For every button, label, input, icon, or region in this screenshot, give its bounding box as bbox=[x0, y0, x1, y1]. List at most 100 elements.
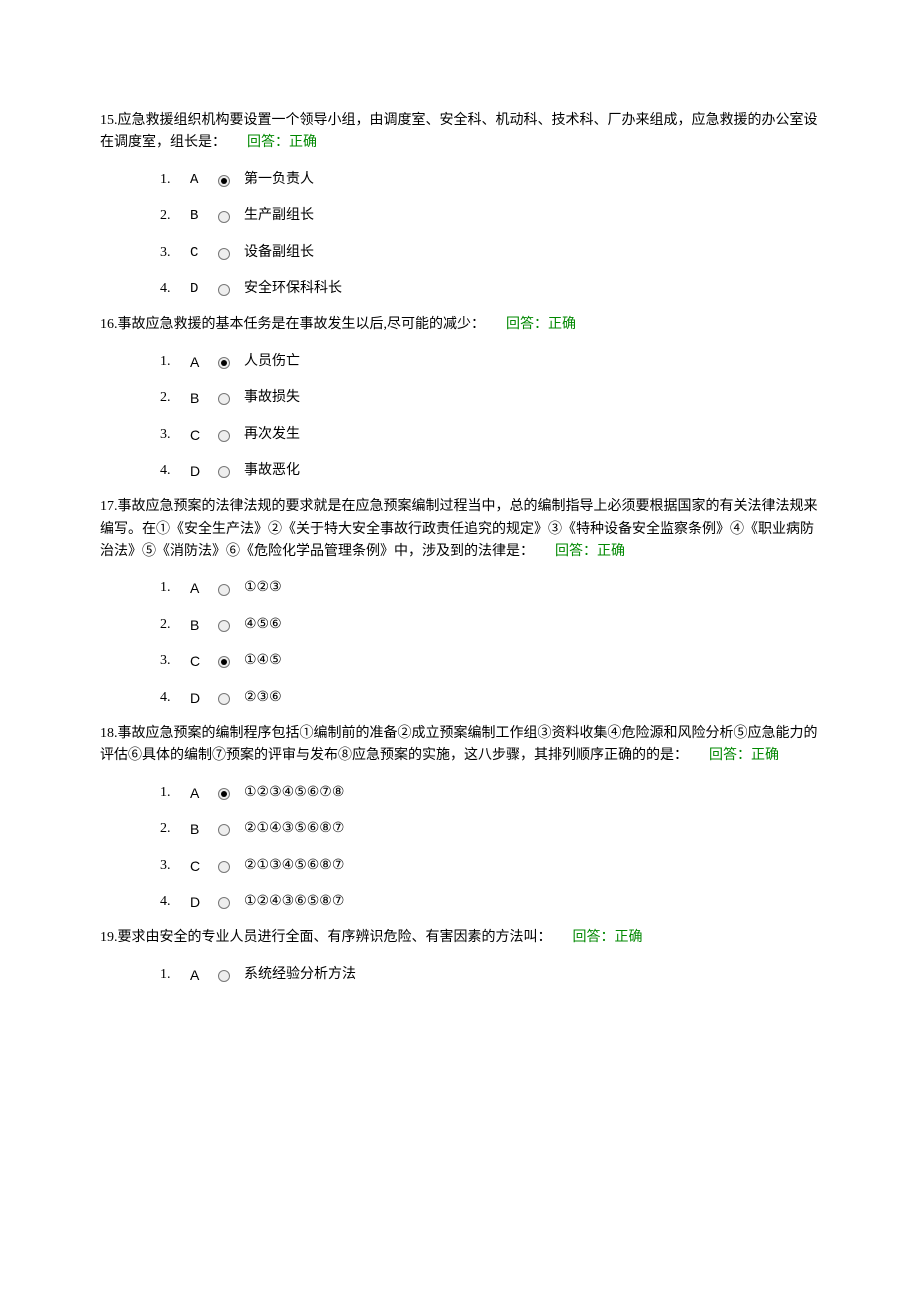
option-radio[interactable] bbox=[218, 693, 230, 705]
option-index: 4. bbox=[160, 891, 190, 913]
option-letter: A bbox=[190, 964, 218, 986]
option-index: 4. bbox=[160, 278, 190, 300]
option-label: ④⑤⑥ bbox=[244, 614, 282, 636]
option-index: 2. bbox=[160, 818, 190, 840]
option-radio[interactable] bbox=[218, 584, 230, 596]
question-text: 17.事故应急预案的法律法规的要求就是在应急预案编制过程当中，总的编制指导上必须… bbox=[100, 496, 820, 563]
option-item: 4.D ①②④③⑥⑤⑧⑦ bbox=[160, 891, 820, 913]
option-radio[interactable] bbox=[218, 466, 230, 478]
option-letter: A bbox=[190, 169, 218, 191]
question-block: 18.事故应急预案的编制程序包括①编制前的准备②成立预案编制工作组③资料收集④危… bbox=[100, 723, 820, 913]
option-radio[interactable] bbox=[218, 393, 230, 405]
option-radio[interactable] bbox=[218, 620, 230, 632]
option-radio[interactable] bbox=[218, 970, 230, 982]
option-index: 2. bbox=[160, 387, 190, 409]
option-letter: B bbox=[190, 818, 218, 840]
question-text: 18.事故应急预案的编制程序包括①编制前的准备②成立预案编制工作组③资料收集④危… bbox=[100, 723, 820, 768]
option-radio[interactable] bbox=[218, 248, 230, 260]
question-block: 15.应急救援组织机构要设置一个领导小组，由调度室、安全科、机动科、技术科、厂办… bbox=[100, 110, 820, 300]
answer-feedback: 回答：正确 bbox=[247, 135, 317, 150]
option-index: 1. bbox=[160, 964, 190, 986]
question-number: 19. bbox=[100, 930, 118, 945]
option-item: 4.D②③⑥ bbox=[160, 687, 820, 709]
option-list: 1.A 人员伤亡 2.B事故损失 3.C再次发生 4.D 事故恶化 bbox=[100, 351, 820, 483]
option-index: 1. bbox=[160, 577, 190, 599]
answer-feedback: 回答：正确 bbox=[555, 544, 625, 559]
option-item: 2.B②①④③⑤⑥⑧⑦ bbox=[160, 818, 820, 840]
option-item: 2.B事故损失 bbox=[160, 387, 820, 409]
option-item: 2.B④⑤⑥ bbox=[160, 614, 820, 636]
option-index: 3. bbox=[160, 424, 190, 446]
question-block: 16.事故应急救援的基本任务是在事故发生以后,尽可能的减少： 回答：正确 1.A 人… bbox=[100, 314, 820, 482]
option-index: 3. bbox=[160, 650, 190, 672]
option-item: 1.A 人员伤亡 bbox=[160, 351, 820, 373]
option-radio[interactable] bbox=[218, 211, 230, 223]
option-index: 1. bbox=[160, 351, 190, 373]
option-radio[interactable] bbox=[218, 861, 230, 873]
option-radio[interactable] bbox=[218, 824, 230, 836]
option-index: 2. bbox=[160, 205, 190, 227]
option-radio[interactable] bbox=[218, 175, 230, 187]
option-item: 3.C再次发生 bbox=[160, 424, 820, 446]
question-number: 18. bbox=[100, 726, 118, 741]
option-label: ②③⑥ bbox=[244, 687, 282, 709]
option-index: 2. bbox=[160, 614, 190, 636]
option-item: 3.C 设备副组长 bbox=[160, 242, 820, 264]
option-label: ①②③④⑤⑥⑦⑧ bbox=[244, 782, 344, 804]
option-letter: A bbox=[190, 782, 218, 804]
option-list: 1.A ①②③④⑤⑥⑦⑧ 2.B②①④③⑤⑥⑧⑦ 3.C②①③④⑤⑥⑧⑦ 4.D ①②④③… bbox=[100, 782, 820, 914]
question-body: 事故应急救援的基本任务是在事故发生以后,尽可能的减少： bbox=[118, 317, 479, 332]
option-letter: C bbox=[190, 650, 218, 672]
question-body: 事故应急预案的法律法规的要求就是在应急预案编制过程当中，总的编制指导上必须要根据… bbox=[100, 499, 818, 559]
option-label: ①②④③⑥⑤⑧⑦ bbox=[244, 891, 344, 913]
exam-page: 15.应急救援组织机构要设置一个领导小组，由调度室、安全科、机动科、技术科、厂办… bbox=[100, 110, 820, 986]
option-item: 4.D 事故恶化 bbox=[160, 460, 820, 482]
option-letter: A bbox=[190, 351, 218, 373]
option-radio[interactable] bbox=[218, 357, 230, 369]
option-letter: B bbox=[190, 205, 218, 227]
option-label: 设备副组长 bbox=[244, 242, 314, 264]
option-label: ①④⑤ bbox=[244, 650, 282, 672]
option-label: 系统经验分析方法 bbox=[244, 964, 356, 986]
option-index: 4. bbox=[160, 687, 190, 709]
option-radio[interactable] bbox=[218, 656, 230, 668]
question-text: 16.事故应急救援的基本任务是在事故发生以后,尽可能的减少： 回答：正确 bbox=[100, 314, 820, 336]
question-number: 16. bbox=[100, 317, 118, 332]
option-item: 2.B生产副组长 bbox=[160, 205, 820, 227]
option-label: 第一负责人 bbox=[244, 169, 314, 191]
option-item: 3.C ①④⑤ bbox=[160, 650, 820, 672]
option-letter: D bbox=[190, 460, 218, 482]
question-number: 17. bbox=[100, 499, 118, 514]
option-index: 1. bbox=[160, 169, 190, 191]
option-radio[interactable] bbox=[218, 284, 230, 296]
question-block: 19.要求由安全的专业人员进行全面、有序辨识危险、有害因素的方法叫： 回答：正确… bbox=[100, 927, 820, 986]
option-index: 1. bbox=[160, 782, 190, 804]
option-letter: A bbox=[190, 577, 218, 599]
question-number: 15. bbox=[100, 113, 118, 128]
option-index: 3. bbox=[160, 242, 190, 264]
question-body: 要求由安全的专业人员进行全面、有序辨识危险、有害因素的方法叫： bbox=[118, 930, 545, 945]
option-label: ②①③④⑤⑥⑧⑦ bbox=[244, 855, 344, 877]
option-list: 1.A 第一负责人 2.B生产副组长 3.C 设备副组长 4.D安全环保科科长 bbox=[100, 169, 820, 301]
question-block: 17.事故应急预案的法律法规的要求就是在应急预案编制过程当中，总的编制指导上必须… bbox=[100, 496, 820, 709]
option-item: 4.D安全环保科科长 bbox=[160, 278, 820, 300]
option-label: 事故恶化 bbox=[244, 460, 300, 482]
option-letter: D bbox=[190, 891, 218, 913]
option-radio[interactable] bbox=[218, 897, 230, 909]
option-index: 3. bbox=[160, 855, 190, 877]
answer-feedback: 回答：正确 bbox=[709, 748, 779, 763]
option-index: 4. bbox=[160, 460, 190, 482]
question-text: 19.要求由安全的专业人员进行全面、有序辨识危险、有害因素的方法叫： 回答：正确 bbox=[100, 927, 820, 949]
option-radio[interactable] bbox=[218, 430, 230, 442]
option-item: 1.A①②③ bbox=[160, 577, 820, 599]
question-text: 15.应急救援组织机构要设置一个领导小组，由调度室、安全科、机动科、技术科、厂办… bbox=[100, 110, 820, 155]
option-letter: D bbox=[190, 278, 218, 300]
question-body: 应急救援组织机构要设置一个领导小组，由调度室、安全科、机动科、技术科、厂办来组成… bbox=[100, 113, 818, 150]
option-list: 1.A①②③ 2.B④⑤⑥ 3.C ①④⑤ 4.D②③⑥ bbox=[100, 577, 820, 709]
option-label: 人员伤亡 bbox=[244, 351, 300, 373]
option-item: 3.C②①③④⑤⑥⑧⑦ bbox=[160, 855, 820, 877]
option-radio[interactable] bbox=[218, 788, 230, 800]
option-item: 1.A ①②③④⑤⑥⑦⑧ bbox=[160, 782, 820, 804]
option-letter: C bbox=[190, 242, 218, 264]
option-letter: B bbox=[190, 387, 218, 409]
